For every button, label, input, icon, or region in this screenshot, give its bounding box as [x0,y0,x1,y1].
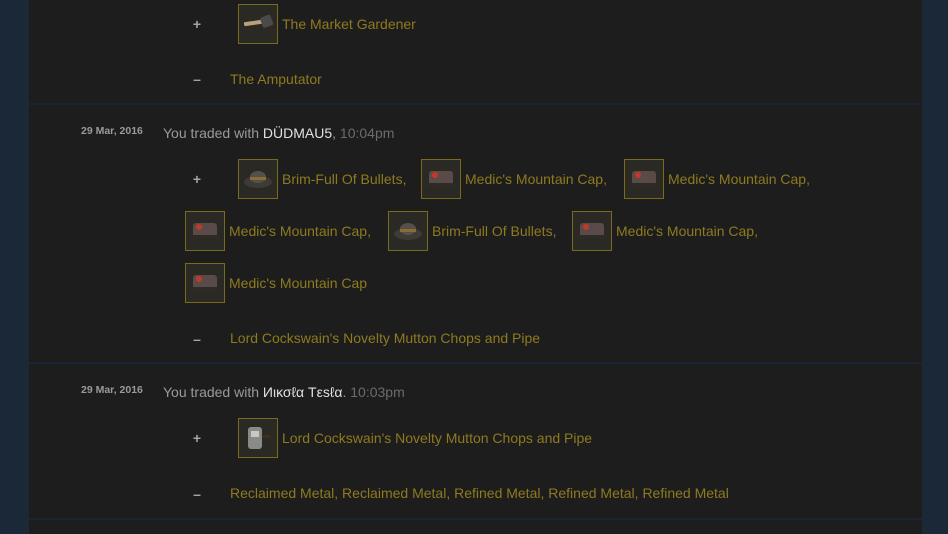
trade-prefix: You traded with [163,125,263,141]
received-items-row: Medic's Mountain Cap [185,262,367,304]
given-items-row: The Amputator [230,58,322,100]
received-item[interactable]: Medic's Mountain Cap, [185,211,371,251]
item-name: Medic's Mountain Cap [229,223,368,239]
given-item[interactable]: Reclaimed Metal [342,485,446,501]
comma: , [446,485,451,501]
item-name: Medic's Mountain Cap [668,171,807,187]
given-minus-sign: – [193,71,201,87]
trade-prefix: You traded with [163,384,263,400]
trade-time: 10:04pm [339,125,395,141]
comma: , [367,223,371,239]
comma: , [552,223,557,239]
received-item[interactable]: Brim-Full Of Bullets, [238,159,406,199]
item-name: Brim-Full Of Bullets [432,223,553,239]
received-items-row: Brim-Full Of Bullets, [388,210,556,252]
received-items-row: Medic's Mountain Cap, [572,210,758,252]
comma: , [754,223,758,239]
received-plus-sign: + [192,171,202,187]
trade-entry: + The Market Gardener – The Amputator [29,0,922,104]
received-items-row: Lord Cockswain's Novelty Mutton Chops an… [238,417,592,459]
comma: , [806,171,810,187]
item-name: Lord Cockswain's Novelty Mutton Chops an… [282,430,593,446]
trade-entry: 29 Mar, 2016 You traded with DÜDMAU5, 10… [29,105,922,362]
given-item[interactable]: Refined Metal [642,485,728,501]
trade-header: You traded with DÜDMAU5, 10:04pm [163,125,394,141]
market-gardener-icon [238,4,278,44]
brim-full-hat-icon [388,211,428,251]
received-item[interactable]: Medic's Mountain Cap, [624,159,810,199]
trade-date: 29 Mar, 2016 [81,125,143,137]
comma: , [402,171,407,187]
item-name: Medic's Mountain Cap [465,171,604,187]
mutton-chops-icon [238,418,278,458]
comma: , [334,485,339,501]
given-item[interactable]: Refined Metal [548,485,634,501]
trade-date: 29 Mar, 2016 [81,384,143,396]
trade-time: 10:03pm [350,384,405,400]
received-item[interactable]: Medic's Mountain Cap, [421,159,607,199]
mountain-cap-icon [421,159,461,199]
given-items-row: Lord Cockswain's Novelty Mutton Chops an… [230,317,540,359]
received-item[interactable]: Lord Cockswain's Novelty Mutton Chops an… [238,418,592,458]
given-minus-sign: – [193,331,201,347]
given-item[interactable]: Refined Metal [454,485,540,501]
given-item[interactable]: Reclaimed Metal [230,485,334,501]
item-name: Medic's Mountain Cap [229,275,368,291]
period: . [342,384,347,400]
comma: , [603,171,607,187]
received-item[interactable]: Brim-Full Of Bullets, [388,211,556,251]
item-name: Brim-Full Of Bullets [282,171,403,187]
comma: , [634,485,639,501]
mountain-cap-icon [185,263,225,303]
brim-full-hat-icon [238,159,278,199]
trade-partner-link[interactable]: DÜDMAU5 [263,125,332,141]
comma: , [540,485,545,501]
received-item[interactable]: Medic's Mountain Cap, [572,211,758,251]
trade-partner-link[interactable]: Иικσℓα Тεѕℓα [263,384,343,400]
given-item[interactable]: Lord Cockswain's Novelty Mutton Chops an… [230,330,540,346]
item-name: The Market Gardener [282,16,416,32]
trade-entry: 29 Mar, 2016 You traded with Иικσℓα Тεѕℓ… [29,364,922,518]
received-items-row: Medic's Mountain Cap, [185,210,371,252]
received-item[interactable]: Medic's Mountain Cap [185,263,367,303]
mountain-cap-icon [624,159,664,199]
given-minus-sign: – [193,486,201,502]
received-plus-sign: + [192,430,202,446]
entry-separator [29,518,922,520]
received-items-row: Brim-Full Of Bullets, [238,158,406,200]
item-name: Medic's Mountain Cap [616,223,755,239]
trade-history-panel: + The Market Gardener – The Amputator 29… [29,0,922,534]
received-items-row: Medic's Mountain Cap, [624,158,810,200]
received-items-row: The Market Gardener [238,3,416,45]
comma: , [332,125,337,141]
received-item[interactable]: The Market Gardener [238,4,416,44]
given-item[interactable]: The Amputator [230,71,322,87]
mountain-cap-icon [572,211,612,251]
received-plus-sign: + [192,16,202,32]
received-items-row: Medic's Mountain Cap, [421,158,607,200]
mountain-cap-icon [185,211,225,251]
given-items-row: Reclaimed Metal, Reclaimed Metal, Refine… [230,472,729,514]
trade-header: You traded with Иικσℓα Тεѕℓα. 10:03pm [163,384,405,400]
